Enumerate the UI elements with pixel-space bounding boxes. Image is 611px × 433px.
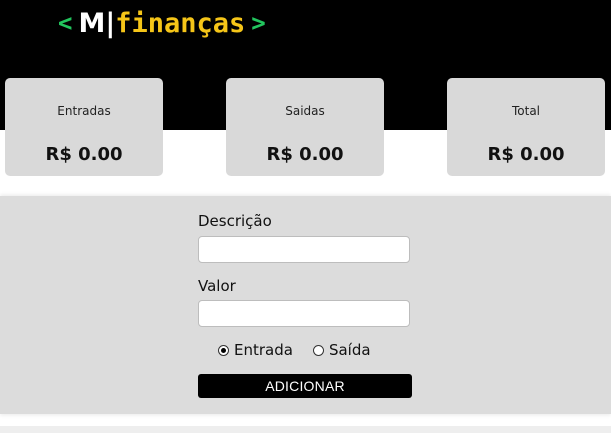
income-label: Entradas	[57, 104, 111, 118]
total-value: R$ 0.00	[487, 144, 565, 165]
total-label: Total	[511, 104, 541, 118]
radio-saida-circle[interactable]	[312, 344, 324, 356]
expense-value: R$ 0.00	[266, 144, 344, 165]
amount-input[interactable]	[198, 300, 410, 327]
logo-right-bracket: >	[251, 9, 266, 37]
logo-separator: |	[105, 7, 116, 39]
bottom-divider	[0, 426, 611, 433]
expense-label: Saidas	[285, 104, 325, 118]
amount-label: Valor	[198, 277, 236, 295]
radio-entrada-label: Entrada	[234, 341, 293, 359]
description-input[interactable]	[198, 236, 410, 263]
radio-entrada[interactable]: Entrada	[218, 341, 293, 359]
total-card: Total R$ 0.00	[447, 78, 605, 176]
income-value: R$ 0.00	[45, 144, 123, 165]
transaction-form: Descrição Valor Entrada Saída ADICIONAR	[0, 196, 611, 414]
radio-entrada-circle[interactable]	[218, 344, 229, 356]
description-label: Descrição	[198, 212, 272, 230]
logo: < M | finanças >	[52, 6, 272, 40]
type-radio-group: Entrada Saída	[218, 341, 371, 359]
radio-saida[interactable]: Saída	[312, 341, 371, 359]
expense-card: Saidas R$ 0.00	[226, 78, 384, 176]
logo-letter: M	[78, 7, 106, 39]
logo-name: finanças	[115, 7, 246, 39]
income-card: Entradas R$ 0.00	[5, 78, 163, 176]
radio-saida-label: Saída	[328, 341, 371, 359]
logo-left-bracket: <	[58, 9, 73, 37]
finance-app: < M | finanças > Entradas R$ 0.00 Saidas…	[0, 0, 611, 433]
add-button[interactable]: ADICIONAR	[198, 374, 412, 398]
